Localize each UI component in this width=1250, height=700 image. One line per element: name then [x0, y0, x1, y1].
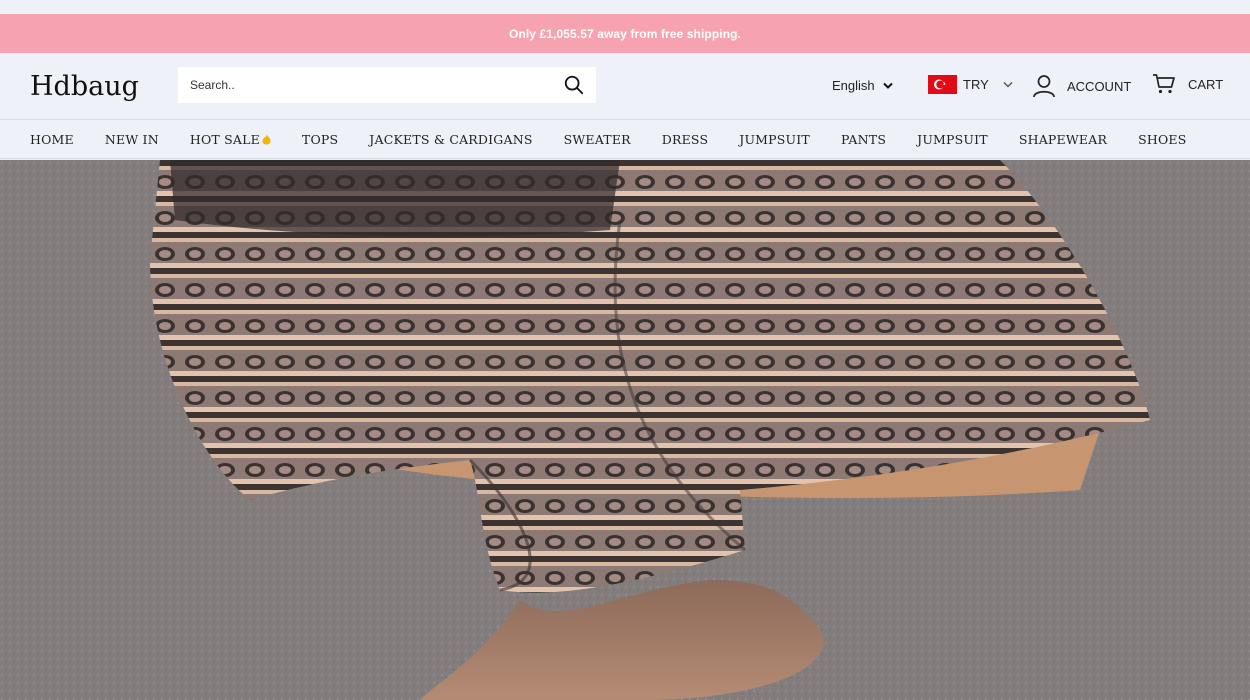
chevron-down-icon [1003, 81, 1013, 87]
fire-icon [262, 134, 271, 144]
nav-item-shoes[interactable]: SHOES [1138, 132, 1186, 147]
nav-item-jackets-cardigans[interactable]: JACKETS & CARDIGANS [369, 132, 532, 147]
search-icon [564, 75, 584, 95]
turkey-flag-icon [928, 75, 957, 94]
nav-item-dress[interactable]: DRESS [662, 132, 708, 147]
nav-item-pants[interactable]: PANTS [841, 132, 886, 147]
top-strip [0, 0, 1250, 14]
nav-item-hot-sale-label: HOT SALE [189, 131, 260, 147]
hero-banner[interactable] [0, 160, 1250, 700]
cart-icon [1153, 74, 1175, 94]
nav-item-sweater[interactable]: SWEATER [564, 132, 631, 147]
nav-item-home[interactable]: HOME [30, 132, 74, 147]
site-header: Hdbaug English TRY [0, 53, 1250, 119]
chevron-down-icon [882, 82, 893, 89]
announcement-text: Only £1,055.57 away from free shipping. [509, 26, 741, 41]
user-icon [1033, 75, 1055, 98]
account-label: ACCOUNT [1067, 78, 1132, 94]
nav-item-shapewear[interactable]: SHAPEWEAR [1019, 132, 1107, 147]
nav-item-tops[interactable]: TOPS [302, 132, 338, 147]
nav-item-jumpsuit[interactable]: JUMPSUIT [739, 132, 810, 147]
currency-selector[interactable]: TRY [928, 75, 1013, 94]
search-bar [178, 66, 596, 104]
language-label: English [832, 78, 875, 93]
nav-item-hot-sale[interactable]: HOT SALE [190, 132, 271, 147]
store-logo[interactable]: Hdbaug [30, 71, 139, 102]
cart-label: CART [1188, 76, 1224, 92]
nav-item-jumpsuit-2[interactable]: JUMPSUIT [917, 132, 988, 147]
account-link[interactable]: ACCOUNT [1031, 73, 1131, 99]
search-input[interactable] [178, 66, 552, 104]
hero-image [0, 160, 1250, 700]
nav-item-new-in[interactable]: NEW IN [105, 132, 159, 147]
currency-label: TRY [963, 77, 989, 92]
cart-link[interactable]: CART [1152, 73, 1223, 95]
announcement-bar: Only £1,055.57 away from free shipping. [0, 14, 1250, 53]
language-selector[interactable]: English [832, 78, 893, 93]
search-button[interactable] [552, 67, 596, 103]
main-navigation: HOME NEW IN HOT SALE TOPS JACKETS & CARD… [0, 119, 1250, 159]
